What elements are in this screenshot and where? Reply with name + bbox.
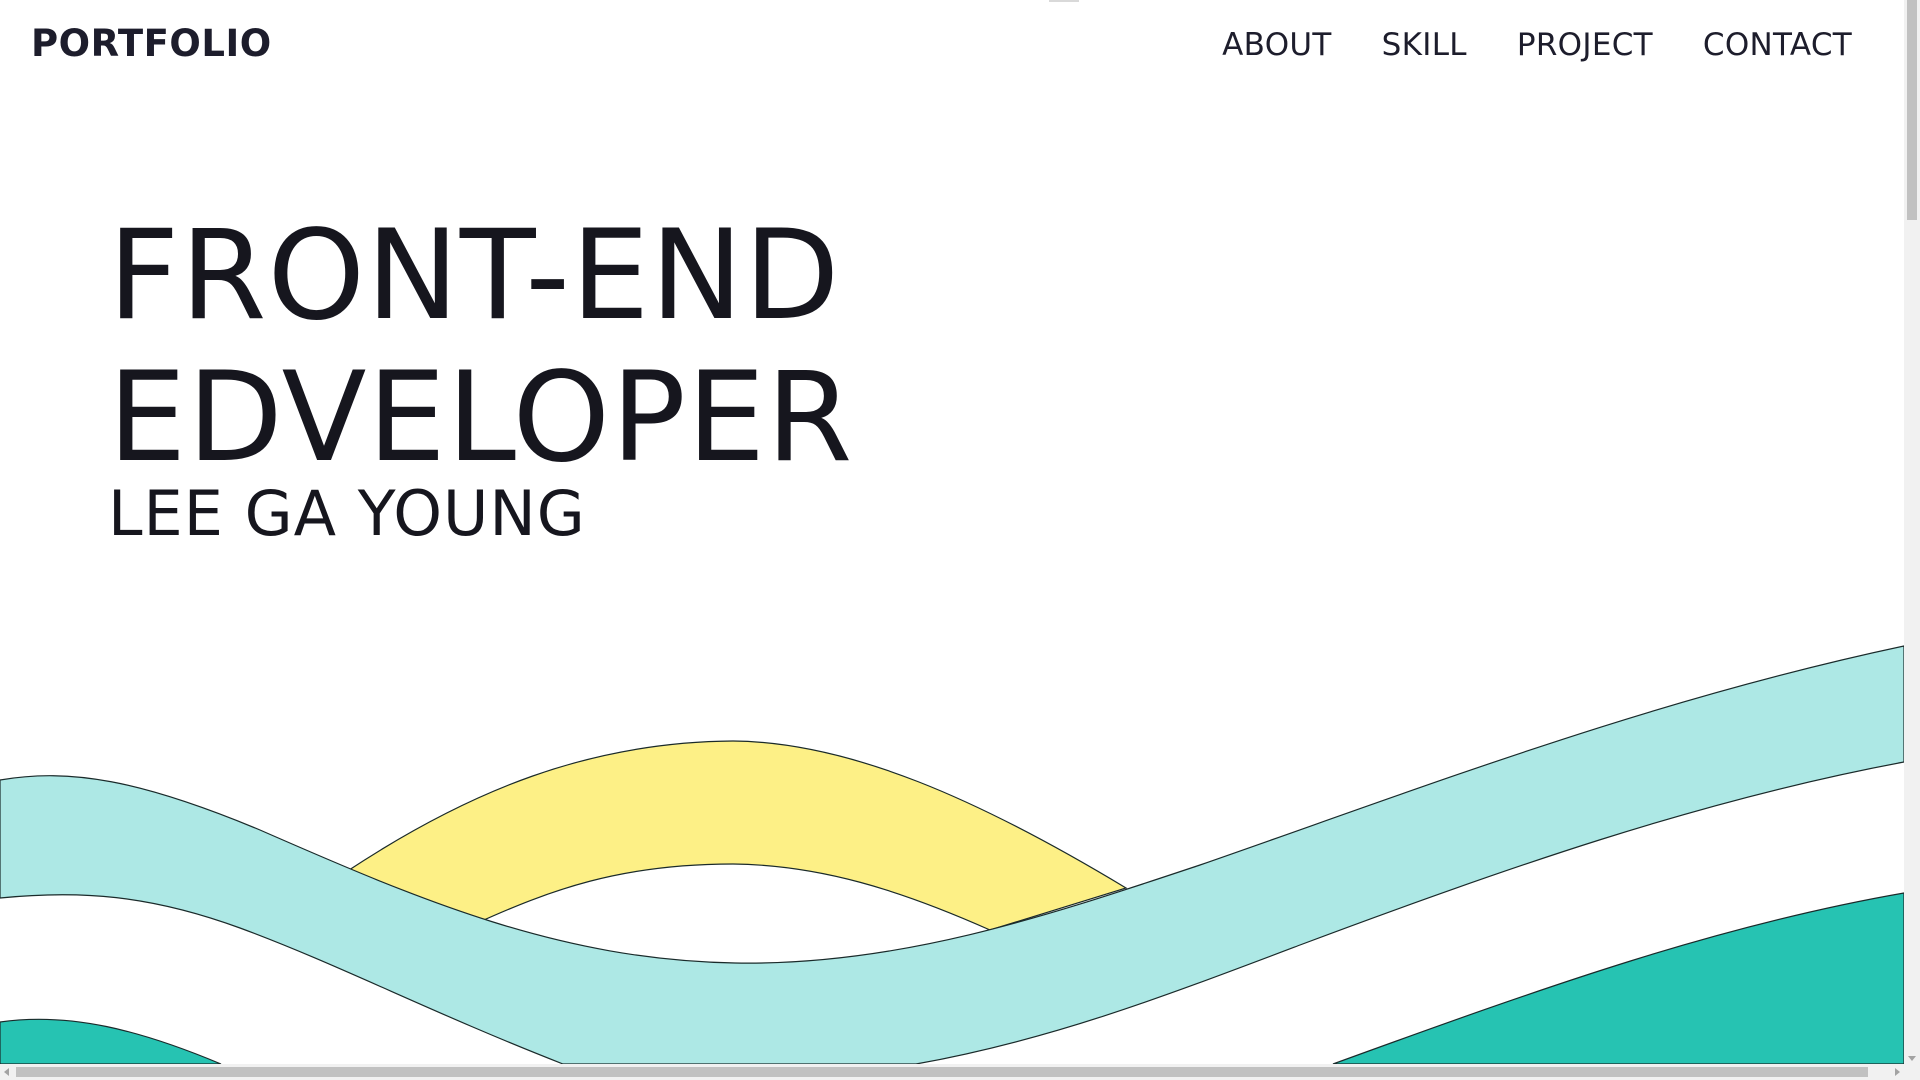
nav-project[interactable]: PROJECT bbox=[1517, 27, 1653, 63]
main-nav: ABOUT SKILL PROJECT CONTACT bbox=[1222, 27, 1852, 63]
site-header: PORTFOLIO ABOUT SKILL PROJECT CONTACT bbox=[0, 0, 1904, 96]
scrollbar-corner bbox=[1904, 1064, 1920, 1080]
hero-section: FRONT-END EDVELOPER LEE GA YOUNG bbox=[108, 205, 853, 549]
hero-title-line-2: EDVELOPER bbox=[108, 346, 854, 490]
logo[interactable]: PORTFOLIO bbox=[31, 22, 272, 65]
scroll-left-arrow-icon[interactable] bbox=[4, 1068, 9, 1076]
nav-contact[interactable]: CONTACT bbox=[1703, 27, 1852, 63]
vertical-scrollbar[interactable] bbox=[1904, 0, 1920, 1064]
hero-title-line-1: FRONT-END bbox=[108, 204, 841, 348]
yellow-wave bbox=[344, 740, 1128, 931]
horizontal-scrollbar-thumb[interactable] bbox=[16, 1067, 1868, 1077]
scroll-right-arrow-icon[interactable] bbox=[1895, 1068, 1900, 1076]
scroll-down-arrow-icon[interactable] bbox=[1908, 1056, 1916, 1061]
teal-wave-right bbox=[1332, 892, 1904, 1064]
vertical-scrollbar-thumb[interactable] bbox=[1907, 0, 1917, 220]
horizontal-scrollbar[interactable] bbox=[0, 1064, 1904, 1080]
portfolio-page: PORTFOLIO ABOUT SKILL PROJECT CONTACT FR… bbox=[0, 0, 1920, 1080]
nav-skill[interactable]: SKILL bbox=[1382, 27, 1467, 63]
teal-wave-left bbox=[0, 1018, 222, 1064]
nav-about[interactable]: ABOUT bbox=[1222, 27, 1331, 63]
